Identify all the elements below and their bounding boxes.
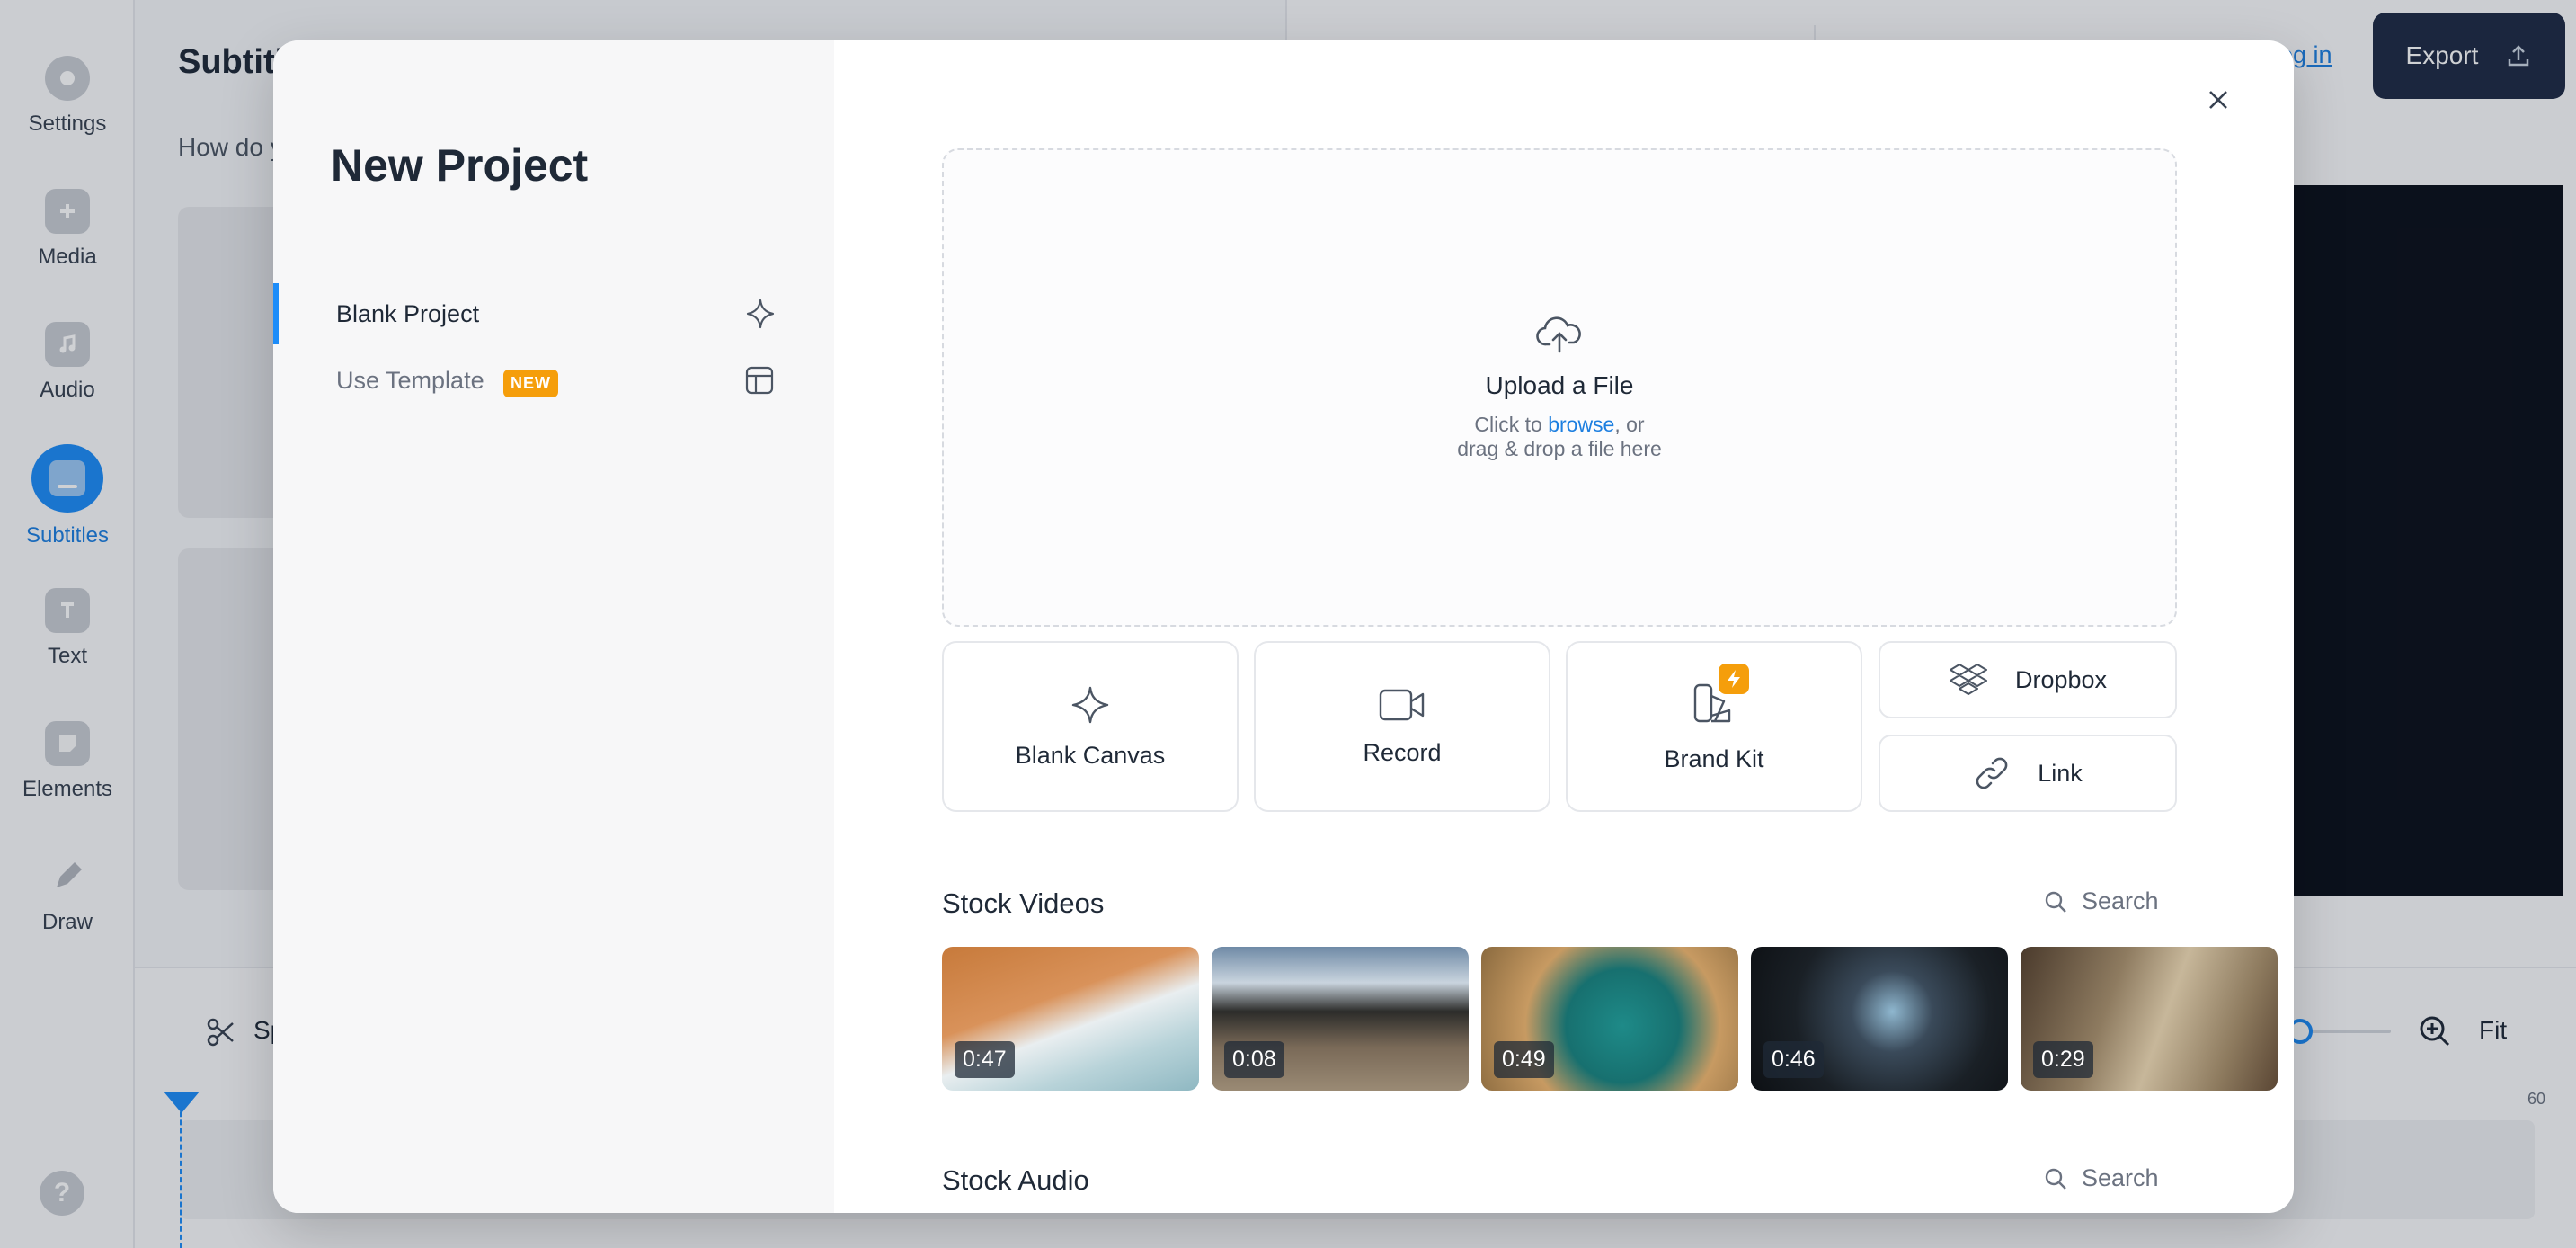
modal-nav-panel: New Project Blank Project Use Template N… (273, 40, 834, 1213)
nav-blank-project[interactable]: Blank Project (273, 283, 834, 344)
tile-label: Dropbox (2014, 665, 2108, 693)
upload-hint-prefix: Click to (1474, 413, 1549, 436)
video-duration: 0:47 (955, 1041, 1015, 1078)
stock-video-thumbnail[interactable]: 0:49 (1481, 947, 1738, 1091)
brand-kit-icon (1692, 664, 1749, 729)
template-icon (745, 366, 774, 395)
search-icon (2045, 891, 2066, 913)
stock-videos-title: Stock Videos (942, 887, 1105, 919)
nav-use-template[interactable]: Use Template NEW (273, 350, 834, 411)
lightning-icon (1719, 664, 1749, 694)
tile-label: Brand Kit (1664, 745, 1764, 772)
link-icon (1976, 757, 2008, 789)
video-duration: 0:46 (1763, 1041, 1824, 1078)
tile-label: Link (2038, 759, 2083, 787)
search-icon (2045, 1168, 2066, 1190)
nav-label: Use Template (336, 366, 484, 394)
close-icon (2209, 91, 2227, 109)
link-button[interactable]: Link (1879, 735, 2177, 812)
brand-kit-button[interactable]: Brand Kit (1566, 641, 1862, 812)
stock-video-thumbnail[interactable]: 0:47 (942, 947, 1199, 1091)
stock-video-thumbnail[interactable]: 0:29 (2021, 947, 2278, 1091)
stock-video-thumbnail[interactable]: 0:08 (1212, 947, 1469, 1091)
tile-label: Blank Canvas (1015, 741, 1166, 769)
new-project-modal: New Project Blank Project Use Template N… (273, 40, 2294, 1213)
tile-label: Record (1363, 738, 1442, 766)
stock-video-thumbnail[interactable]: 0:46 (1751, 947, 2008, 1091)
stock-videos-search[interactable]: Search (2044, 887, 2159, 915)
stock-audio-search[interactable]: Search (2044, 1164, 2159, 1192)
search-placeholder: Search (2082, 1164, 2159, 1191)
upload-hint: Click to browse, or drag & drop a file h… (1457, 413, 1662, 461)
cloud-upload-icon (1536, 316, 1581, 353)
sparkle-icon (1071, 686, 1109, 723)
search-placeholder: Search (2082, 887, 2159, 914)
modal-title: New Project (331, 140, 589, 191)
new-badge: NEW (503, 370, 558, 397)
upload-title: Upload a File (1485, 371, 1634, 399)
blank-canvas-button[interactable]: Blank Canvas (942, 641, 1239, 812)
video-duration: 0:49 (1494, 1041, 1554, 1078)
dropbox-button[interactable]: Dropbox (1879, 641, 2177, 718)
sparkle-icon (746, 299, 775, 329)
upload-hint-line2: drag & drop a file here (1457, 437, 1662, 460)
dropbox-icon (1949, 664, 1987, 695)
video-camera-icon (1379, 689, 1425, 720)
stock-audio-title: Stock Audio (942, 1164, 1089, 1196)
video-duration: 0:29 (2033, 1041, 2093, 1078)
browse-link[interactable]: browse (1548, 413, 1614, 436)
close-button[interactable] (2197, 78, 2240, 121)
nav-label: Blank Project (336, 299, 480, 327)
record-button[interactable]: Record (1254, 641, 1550, 812)
video-duration: 0:08 (1224, 1041, 1284, 1078)
upload-hint-suffix: , or (1614, 413, 1645, 436)
upload-dropzone[interactable]: Upload a File Click to browse, or drag &… (942, 148, 2177, 627)
